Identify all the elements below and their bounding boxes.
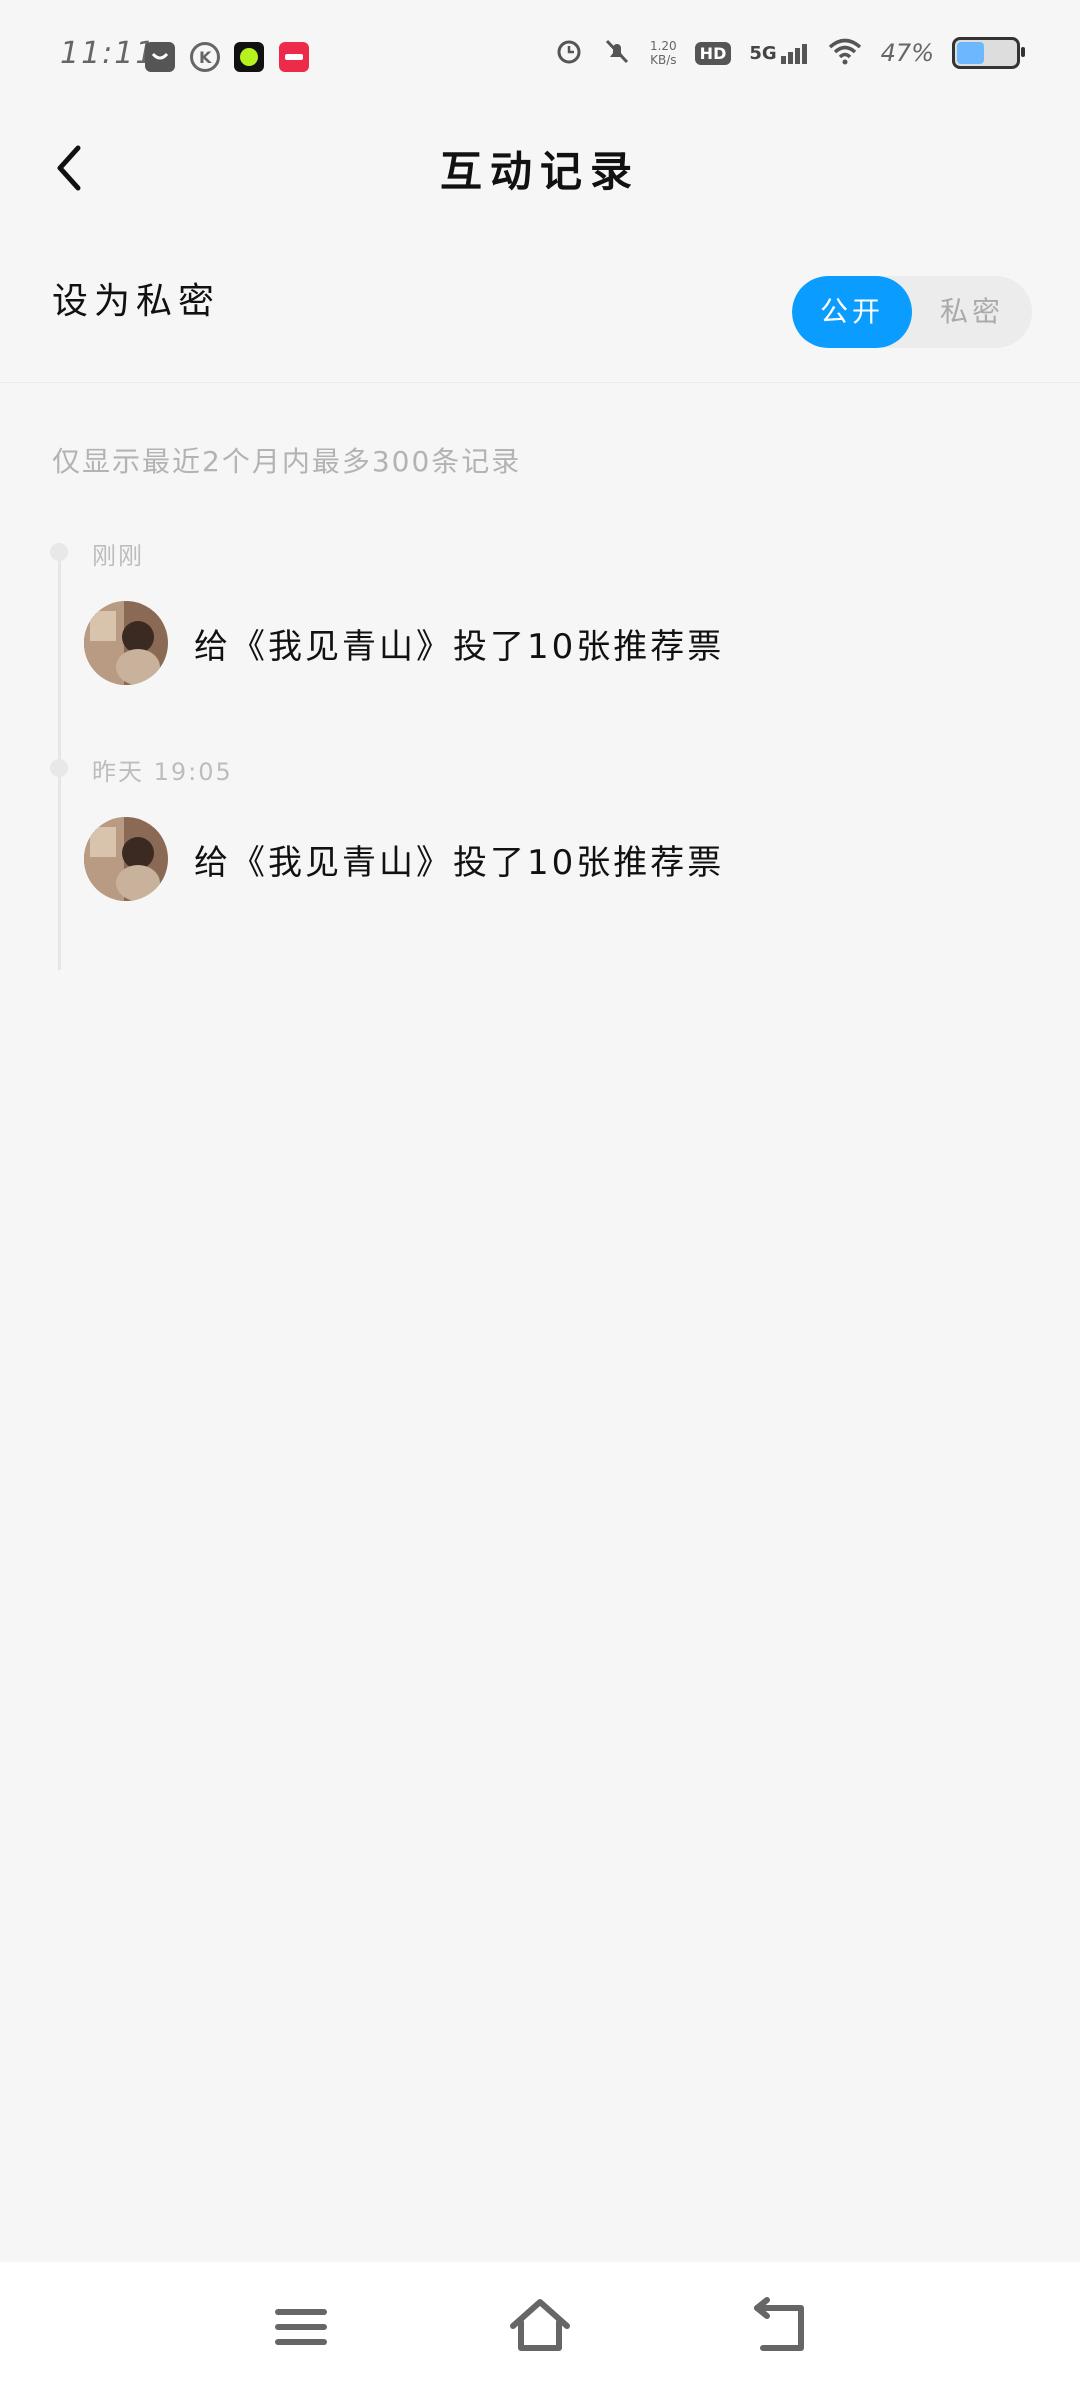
privacy-row: 设为私密 公开 私密 bbox=[0, 232, 1080, 383]
privacy-label: 设为私密 bbox=[52, 281, 221, 322]
return-icon[interactable] bbox=[745, 2292, 815, 2362]
page-title: 互动记录 bbox=[439, 147, 640, 196]
private-option[interactable]: 私密 bbox=[912, 276, 1032, 348]
alarm-icon bbox=[554, 36, 584, 70]
avatar[interactable] bbox=[84, 817, 168, 901]
public-option[interactable]: 公开 bbox=[792, 276, 912, 348]
status-right: 1.20 KB/s HD 5G 47% bbox=[554, 36, 1025, 70]
header: 互动记录 bbox=[0, 110, 1080, 230]
navigation-bar bbox=[0, 2262, 1080, 2388]
status-time: 11:11 bbox=[60, 36, 157, 71]
record-item[interactable]: 给《我见青山》投了10张推荐票 bbox=[84, 598, 984, 688]
timeline-dot bbox=[50, 543, 68, 561]
menu-icon[interactable] bbox=[266, 2292, 336, 2362]
timeline-dot bbox=[50, 759, 68, 777]
battery-percent: 47% bbox=[880, 39, 934, 67]
record-text: 给《我见青山》投了10张推荐票 bbox=[194, 626, 725, 667]
home-icon[interactable] bbox=[505, 2292, 575, 2362]
record-limit-notice: 仅显示最近2个月内最多300条记录 bbox=[52, 445, 522, 478]
svg-text:K: K bbox=[199, 48, 212, 67]
green-app-icon bbox=[234, 42, 264, 72]
record-time: 刚刚 bbox=[92, 542, 144, 570]
signal-icon: 5G bbox=[749, 42, 808, 64]
privacy-toggle[interactable]: 公开 私密 bbox=[792, 276, 1032, 348]
battery-fill bbox=[957, 42, 984, 64]
hd-badge: HD bbox=[694, 41, 732, 65]
status-bar: 11:11 K 1.20 KB/s HD 5G 47% bbox=[0, 0, 1080, 110]
avatar[interactable] bbox=[84, 601, 168, 685]
record-text: 给《我见青山》投了10张推荐票 bbox=[194, 842, 725, 883]
k-app-icon: K bbox=[190, 42, 220, 72]
red-app-icon bbox=[279, 42, 309, 72]
wifi-icon bbox=[827, 36, 863, 70]
shopping-app-icon bbox=[145, 42, 175, 72]
network-speed: 1.20 KB/s bbox=[649, 39, 677, 67]
record-item[interactable]: 给《我见青山》投了10张推荐票 bbox=[84, 814, 984, 904]
mute-bell-icon bbox=[602, 36, 632, 70]
record-time: 昨天 19:05 bbox=[92, 758, 233, 786]
battery-icon bbox=[952, 37, 1025, 69]
